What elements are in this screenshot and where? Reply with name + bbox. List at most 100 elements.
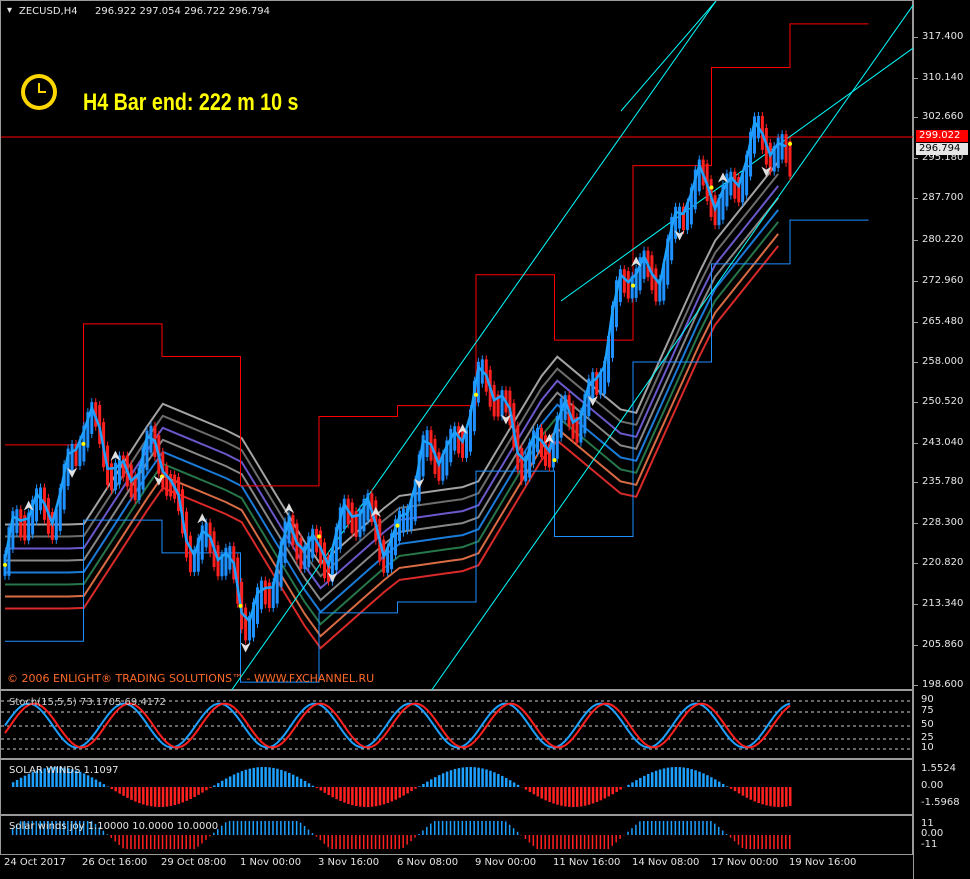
solar-winds-bar [240, 771, 244, 787]
solar-joy-bar [232, 821, 235, 835]
solar-winds-bar [678, 767, 682, 787]
solar-joy-bar [548, 835, 550, 849]
solar-joy-bar [643, 821, 645, 835]
solar-winds-bar [583, 787, 587, 806]
solar-winds-bar [631, 782, 634, 787]
price-pane[interactable]: ▾ ZECUSD,H4 296.922 297.054 296.722 296.… [0, 0, 913, 691]
solar-winds-bar [501, 775, 504, 787]
solar-joy-bar [508, 824, 511, 835]
solar-winds-bar [189, 787, 192, 799]
solar-winds-bar [418, 786, 421, 787]
data-point [395, 523, 400, 528]
solar-winds-bar [201, 787, 204, 793]
price-tick [914, 198, 918, 199]
price-tick [914, 281, 918, 282]
solar-winds-bar [619, 787, 622, 790]
solar-joy-bar [465, 821, 468, 835]
data-point [474, 392, 478, 397]
solar-joy-bar [142, 835, 144, 849]
candle-body [520, 448, 524, 482]
price-tick-label: 198.600 [922, 679, 964, 690]
solar-joy-bar [666, 821, 669, 835]
solar-joy-pane[interactable]: Solar winds joy 1.10000 10.0000 10.0000 [0, 815, 913, 855]
solar-joy-bar [733, 835, 736, 842]
candle-body [165, 465, 169, 496]
stoch-pane[interactable]: Stoch(15,5,5) 73.1705 69.4172 [0, 690, 913, 759]
solar-winds-bar [473, 767, 476, 787]
solar-winds-pane[interactable]: SOLAR WINDS 1.1097 [0, 759, 913, 815]
solar-joy-bar [410, 835, 412, 842]
solar-joy-bar [686, 821, 688, 835]
solar-winds-bar [481, 768, 484, 787]
chart-window: ▾ ZECUSD,H4 296.922 297.054 296.722 296.… [0, 0, 970, 879]
lower-envelope [5, 219, 869, 683]
candle-body [259, 580, 263, 610]
solar-winds-bar [284, 771, 287, 787]
solar-winds-bar [102, 784, 106, 787]
solar-joy-bar [473, 821, 475, 835]
solar-winds-bar [686, 768, 689, 787]
solar-winds-bar [737, 787, 741, 794]
solar-joy-bar [777, 835, 779, 849]
clock-icon [21, 74, 57, 110]
solar-winds-bar [157, 787, 161, 807]
stoch-level-label: 90 [921, 694, 934, 705]
solar-joy-bar [378, 835, 381, 849]
solar-winds-bar [654, 770, 658, 787]
price-tick-label: 250.520 [922, 396, 964, 407]
solar-winds-bar [635, 780, 638, 787]
solar-winds-bar [710, 777, 713, 787]
solar-winds-bar [138, 787, 141, 804]
solar-winds-bar [449, 770, 453, 787]
solar-joy-bar [122, 835, 124, 849]
solar-joy-bar [295, 821, 298, 835]
solar-winds-bar [572, 787, 575, 807]
solar-winds-bar [339, 787, 342, 801]
solar-winds-bar [260, 767, 263, 787]
solar-joy-bar [153, 835, 156, 849]
price-tick-label: 272.960 [922, 275, 964, 286]
solar-joy-bar [662, 821, 665, 835]
solar-joy-bar [370, 835, 373, 849]
solar-joy-bar [169, 835, 172, 849]
solar-joy-bar [299, 822, 302, 835]
solar-joy-bar [319, 835, 322, 841]
solar-winds-bar [540, 787, 543, 799]
solar-joy-bar [749, 835, 752, 849]
solar-winds-bar [441, 773, 445, 787]
solar-winds-bar [126, 787, 129, 798]
solar-winds-bar [394, 787, 398, 800]
time-tick-label: 14 Nov 08:00 [632, 857, 700, 868]
solar-joy-bar [382, 835, 385, 849]
solar-winds-bar [627, 784, 630, 787]
solar-joy-bar [303, 825, 306, 835]
solar-winds-bar [579, 787, 583, 807]
time-tick-label: 6 Nov 08:00 [397, 857, 459, 868]
solar-joy-bar [481, 821, 483, 835]
solar-joy-bar [485, 821, 487, 835]
time-tick-label: 17 Nov 00:00 [711, 857, 779, 868]
solar-winds-bar [607, 787, 611, 797]
solar-joy-bar [114, 835, 116, 842]
solar-joy-bar [678, 821, 681, 835]
solar-winds-bar [564, 787, 567, 807]
stoch-level-label: 10 [921, 742, 934, 753]
price-tick [914, 402, 918, 403]
solar-joy-bar [631, 828, 633, 835]
solar-winds-bar [698, 771, 701, 787]
time-tick-label: 3 Nov 16:00 [318, 857, 380, 868]
solar-winds-bar [217, 783, 220, 787]
price-tick [914, 563, 918, 564]
current-price-badge: 296.794 [916, 143, 968, 155]
solar-joy-bar [717, 826, 720, 835]
candle-body [559, 398, 563, 438]
price-tick [914, 117, 918, 118]
solar-winds-bar [252, 767, 256, 787]
solar-joy-bar [181, 835, 184, 849]
solar-joy-bar [714, 823, 716, 835]
solar-joy-bar [236, 821, 239, 835]
solar-joy-bar [706, 821, 708, 835]
candle-body [244, 607, 248, 641]
data-point [3, 562, 7, 567]
solar-joy-bar [773, 835, 775, 849]
